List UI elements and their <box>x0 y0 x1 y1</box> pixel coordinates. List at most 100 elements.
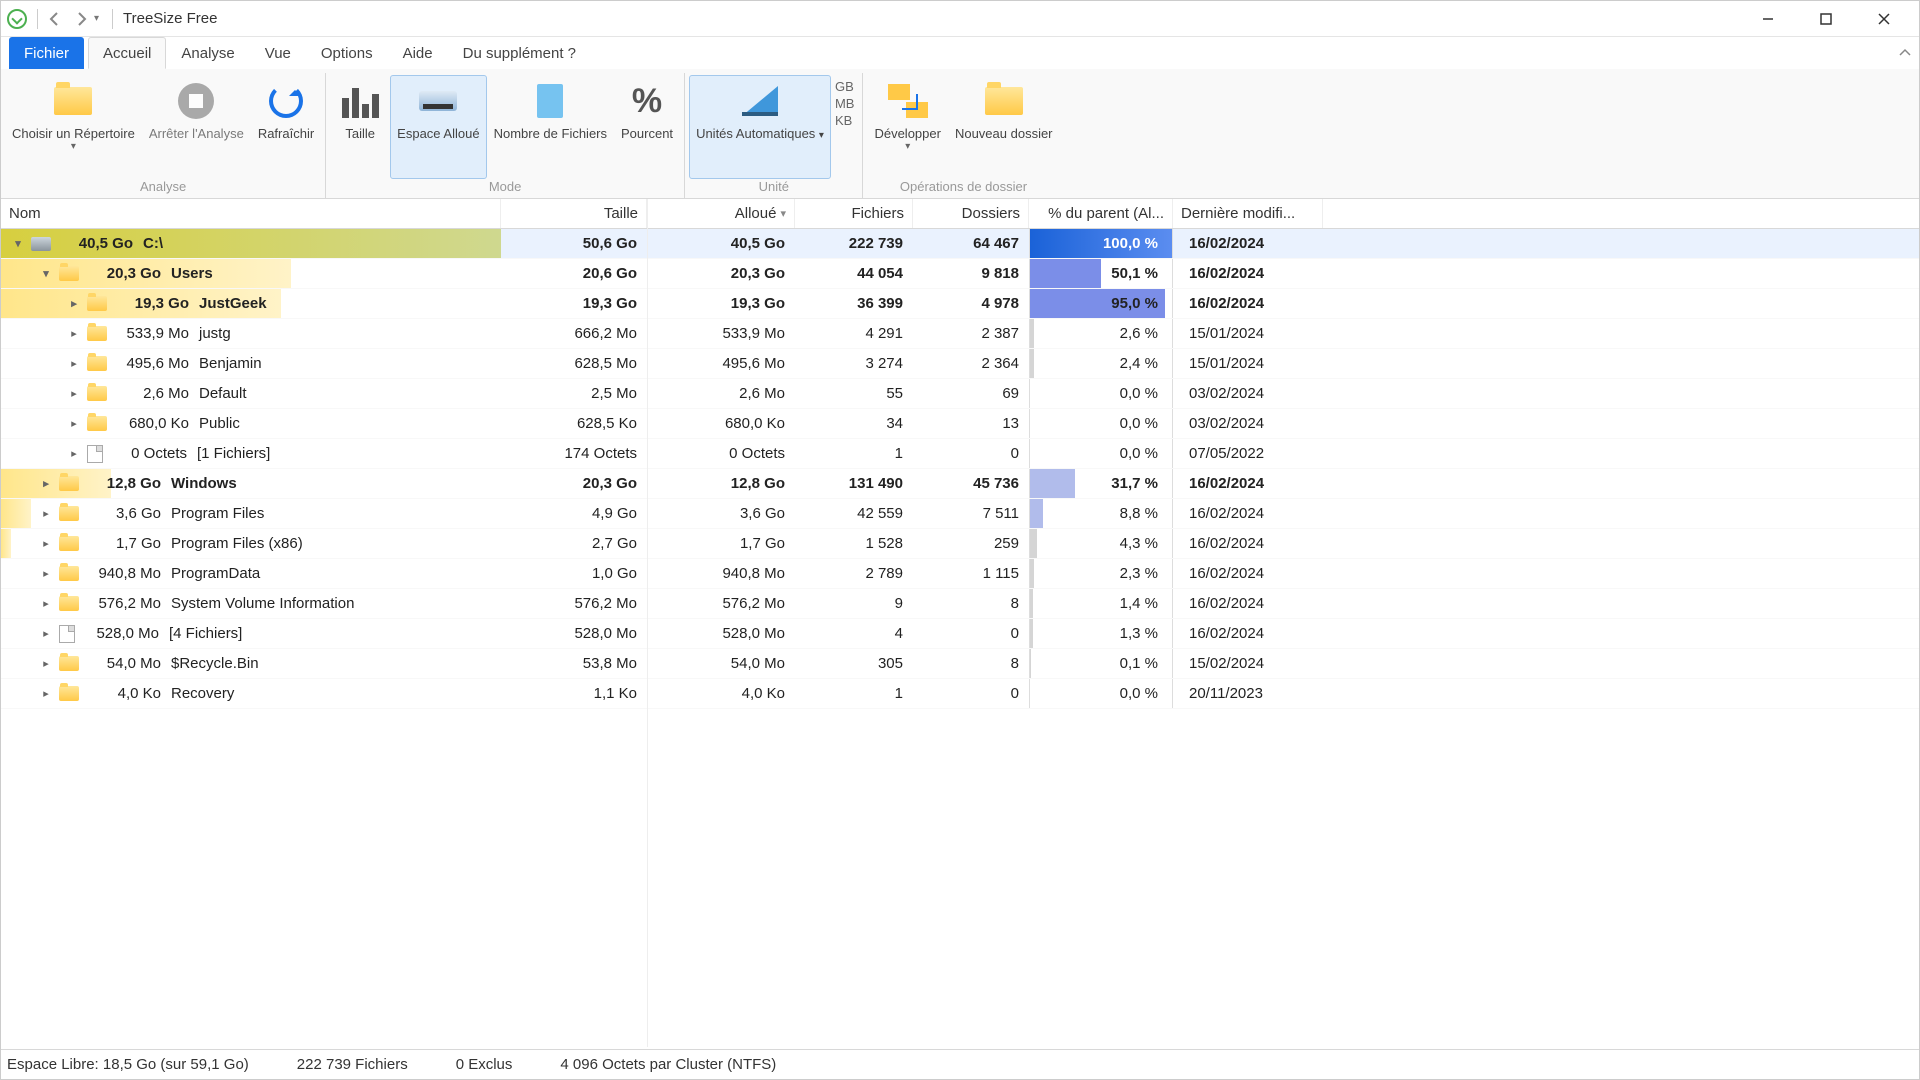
ruler-icon <box>742 86 778 116</box>
folder-icon <box>59 566 79 581</box>
tree-row[interactable]: ▸12,8 GoWindows20,3 Go12,8 Go131 49045 7… <box>1 469 1919 499</box>
folder-icon <box>59 266 79 281</box>
unit-auto-button[interactable]: Unités Automatiques ▾ <box>689 75 831 179</box>
mode-size-button[interactable]: Taille <box>330 75 390 179</box>
chevron-right-icon[interactable]: ▸ <box>67 327 81 340</box>
tree-row[interactable]: ▸3,6 GoProgram Files4,9 Go3,6 Go42 5597 … <box>1 499 1919 529</box>
tree-row[interactable]: ▸576,2 MoSystem Volume Information576,2 … <box>1 589 1919 619</box>
chevron-right-icon[interactable]: ▸ <box>39 657 53 670</box>
header-folders[interactable]: Dossiers <box>913 199 1029 228</box>
header-name[interactable]: Nom <box>1 199 501 228</box>
menu-tab-analyse[interactable]: Analyse <box>166 37 249 69</box>
history-dropdown[interactable]: ▾ <box>94 13 108 24</box>
menu-file[interactable]: Fichier <box>9 37 84 69</box>
chevron-right-icon[interactable]: ▸ <box>39 537 53 550</box>
statusbar: Espace Libre: 18,5 Go (sur 59,1 Go) 222 … <box>1 1049 1919 1079</box>
row-alloc: 4,0 Ko <box>647 679 795 708</box>
chevron-right-icon[interactable]: ▸ <box>39 507 53 520</box>
menu-tab-vue[interactable]: Vue <box>250 37 306 69</box>
chevron-right-icon[interactable]: ▸ <box>67 417 81 430</box>
chevron-right-icon[interactable]: ▸ <box>39 597 53 610</box>
tree-row[interactable]: ▸680,0 KoPublic628,5 Ko680,0 Ko34130,0 %… <box>1 409 1919 439</box>
row-size: 174 Octets <box>501 439 647 468</box>
expand-icon <box>888 84 928 118</box>
maximize-button[interactable] <box>1797 1 1855 37</box>
chevron-right-icon[interactable]: ▸ <box>39 687 53 700</box>
row-percent: 2,4 % <box>1029 349 1173 378</box>
refresh-button[interactable]: Rafraîchir <box>251 75 321 179</box>
row-alloc: 576,2 Mo <box>647 589 795 618</box>
chevron-right-icon[interactable]: ▸ <box>67 357 81 370</box>
tree-row[interactable]: ▸940,8 MoProgramData1,0 Go940,8 Mo2 7891… <box>1 559 1919 589</box>
sort-desc-icon: ▾ <box>780 207 786 220</box>
forward-button[interactable] <box>68 6 94 32</box>
header-alloc[interactable]: Alloué▾ <box>647 199 795 228</box>
minimize-button[interactable] <box>1739 1 1797 37</box>
row-files: 305 <box>795 649 913 678</box>
close-button[interactable] <box>1855 1 1913 37</box>
chevron-down-icon[interactable]: ▾ <box>11 237 25 250</box>
expand-button[interactable]: Développer ▾ <box>867 75 948 179</box>
row-date: 16/02/2024 <box>1173 529 1323 558</box>
row-date: 07/05/2022 <box>1173 439 1323 468</box>
header-percent[interactable]: % du parent (Al... <box>1029 199 1173 228</box>
unit-kb[interactable]: KB <box>835 113 855 128</box>
tree-grid[interactable]: ▾40,5 GoC:\50,6 Go40,5 Go222 73964 46710… <box>1 229 1919 709</box>
header-size[interactable]: Taille <box>501 199 647 228</box>
tree-row[interactable]: ▸54,0 Mo$Recycle.Bin53,8 Mo54,0 Mo30580,… <box>1 649 1919 679</box>
chevron-right-icon[interactable]: ▸ <box>67 447 81 460</box>
row-files: 2 789 <box>795 559 913 588</box>
row-percent: 1,3 % <box>1029 619 1173 648</box>
refresh-icon <box>269 84 303 118</box>
row-size: 2,7 Go <box>501 529 647 558</box>
row-size: 53,8 Mo <box>501 649 647 678</box>
stop-analysis-button[interactable]: Arrêter l'Analyse <box>142 75 251 179</box>
tree-row[interactable]: ▸1,7 GoProgram Files (x86)2,7 Go1,7 Go1 … <box>1 529 1919 559</box>
header-date[interactable]: Dernière modifi... <box>1173 199 1323 228</box>
menu-tab-supp[interactable]: Du supplément ? <box>448 37 591 69</box>
row-percent: 8,8 % <box>1029 499 1173 528</box>
chevron-right-icon[interactable]: ▸ <box>67 387 81 400</box>
mode-percent-button[interactable]: % Pourcent <box>614 75 680 179</box>
row-alloc: 40,5 Go <box>647 229 795 258</box>
back-button[interactable] <box>42 6 68 32</box>
tree-row[interactable]: ▾20,3 GoUsers20,6 Go20,3 Go44 0549 81850… <box>1 259 1919 289</box>
tree-row[interactable]: ▸19,3 GoJustGeek19,3 Go19,3 Go36 3994 97… <box>1 289 1919 319</box>
chevron-right-icon[interactable]: ▸ <box>39 627 53 640</box>
header-files[interactable]: Fichiers <box>795 199 913 228</box>
row-name: C:\ <box>143 235 163 252</box>
row-size-label: 19,3 Go <box>113 295 189 312</box>
unit-gb[interactable]: GB <box>835 79 855 94</box>
tree-row[interactable]: ▸495,6 MoBenjamin628,5 Mo495,6 Mo3 2742 … <box>1 349 1919 379</box>
tree-row[interactable]: ▾40,5 GoC:\50,6 Go40,5 Go222 73964 46710… <box>1 229 1919 259</box>
chevron-right-icon[interactable]: ▸ <box>39 477 53 490</box>
chevron-down-icon[interactable]: ▾ <box>39 267 53 280</box>
tree-row[interactable]: ▸533,9 Mojustg666,2 Mo533,9 Mo4 2912 387… <box>1 319 1919 349</box>
tree-row[interactable]: ▸528,0 Mo[4 Fichiers]528,0 Mo528,0 Mo401… <box>1 619 1919 649</box>
row-size-label: 576,2 Mo <box>85 595 161 612</box>
folder-icon <box>985 87 1023 115</box>
row-files: 4 <box>795 619 913 648</box>
chevron-right-icon[interactable]: ▸ <box>67 297 81 310</box>
choose-directory-button[interactable]: Choisir un Répertoire ▾ <box>5 75 142 179</box>
menu-tab-accueil[interactable]: Accueil <box>88 37 166 69</box>
row-percent: 2,3 % <box>1029 559 1173 588</box>
row-name: JustGeek <box>199 295 267 312</box>
tree-row[interactable]: ▸2,6 MoDefault2,5 Mo2,6 Mo55690,0 %03/02… <box>1 379 1919 409</box>
row-date: 16/02/2024 <box>1173 619 1323 648</box>
chevron-right-icon[interactable]: ▸ <box>39 567 53 580</box>
mode-allocated-button[interactable]: Espace Alloué <box>390 75 486 179</box>
percent-icon: % <box>632 82 662 121</box>
new-folder-button[interactable]: Nouveau dossier <box>948 75 1060 179</box>
ribbon-collapse-icon[interactable] <box>1891 37 1919 69</box>
file-icon <box>87 445 103 463</box>
menu-tab-options[interactable]: Options <box>306 37 388 69</box>
folder-icon <box>87 356 107 371</box>
menu-tab-aide[interactable]: Aide <box>388 37 448 69</box>
mode-filecount-button[interactable]: Nombre de Fichiers <box>487 75 614 179</box>
unit-mb[interactable]: MB <box>835 96 855 111</box>
tree-row[interactable]: ▸4,0 KoRecovery1,1 Ko4,0 Ko100,0 %20/11/… <box>1 679 1919 709</box>
row-name: Program Files <box>171 505 264 522</box>
ribbon-group-folderops: Développer ▾ Nouveau dossier Opérations … <box>863 73 1063 198</box>
tree-row[interactable]: ▸0 Octets[1 Fichiers]174 Octets0 Octets1… <box>1 439 1919 469</box>
